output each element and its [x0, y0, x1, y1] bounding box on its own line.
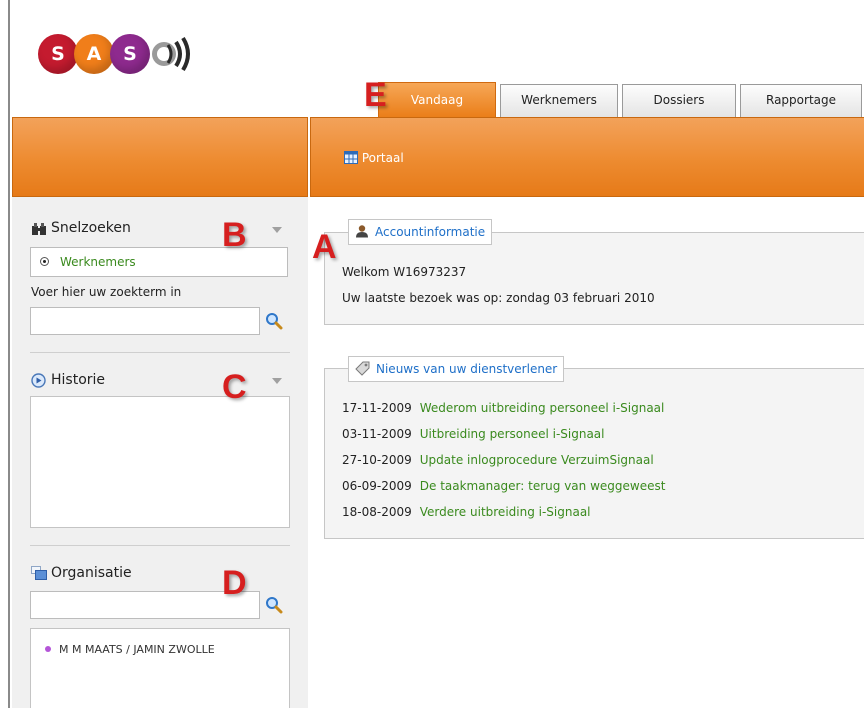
snelzoeken-collapse-arrow[interactable] [272, 227, 282, 233]
logo-letter-s2: S [110, 34, 150, 74]
organisatie-tree: M M MAATS / JAMIN ZWOLLE [30, 628, 290, 708]
organisatie-search-icon[interactable] [265, 596, 283, 614]
portaal-button[interactable]: Portaal [344, 151, 404, 167]
logo-letter-s1: S [38, 34, 78, 74]
grid-icon [344, 151, 358, 164]
news-link[interactable]: De taakmanager: terug van weggeweest [420, 479, 666, 493]
tab-vandaag-label: Vandaag [410, 93, 464, 107]
annotation-d: D [222, 564, 247, 602]
organisatie-tree-item[interactable]: M M MAATS / JAMIN ZWOLLE [45, 643, 215, 656]
organisatie-item-label: M M MAATS / JAMIN ZWOLLE [59, 643, 215, 656]
news-item: 17-11-2009 Wederom uitbreiding personeel … [342, 401, 664, 415]
sidebar-divider [30, 352, 290, 353]
user-icon [356, 225, 368, 238]
tab-rapportage[interactable]: Rapportage [740, 84, 862, 117]
tag-icon [355, 361, 370, 376]
news-date: 06-09-2009 [342, 479, 412, 493]
sidebar-divider [30, 545, 290, 546]
news-link[interactable]: Verdere uitbreiding i-Signaal [420, 505, 591, 519]
logo-signal-icon [152, 36, 190, 72]
news-date: 27-10-2009 [342, 453, 412, 467]
tree-bullet-icon [45, 646, 51, 652]
tab-dossiers-label: Dossiers [653, 93, 705, 107]
news-link[interactable]: Uitbreiding personeel i-Signaal [420, 427, 605, 441]
historie-collapse-arrow[interactable] [272, 378, 282, 384]
tab-werknemers[interactable]: Werknemers [500, 84, 618, 117]
tab-dossiers[interactable]: Dossiers [622, 84, 736, 117]
news-date: 17-11-2009 [342, 401, 412, 415]
search-icon[interactable] [265, 312, 283, 330]
news-panel-title: Nieuws van uw dienstverlener [376, 362, 558, 376]
account-panel-title: Accountinformatie [375, 225, 486, 239]
news-item: 03-11-2009 Uitbreiding personeel i-Signaa… [342, 427, 605, 441]
news-item: 18-08-2009 Verdere uitbreiding i-Signaal [342, 505, 591, 519]
tab-rapportage-label: Rapportage [766, 93, 836, 107]
radio-werknemers-label: Werknemers [60, 255, 136, 269]
annotation-c: C [222, 368, 247, 406]
account-panel-legend: Accountinformatie [348, 219, 493, 245]
history-clock-icon [31, 373, 46, 388]
news-item: 06-09-2009 De taakmanager: terug van wegg… [342, 479, 665, 493]
zoek-type-selector[interactable]: Werknemers [30, 247, 288, 277]
sidebar-header-bar [12, 117, 308, 197]
radio-werknemers[interactable] [40, 257, 49, 266]
organisation-icon [31, 566, 47, 580]
organisatie-title: Organisatie [51, 565, 132, 581]
snelzoeken-input[interactable] [30, 307, 260, 335]
news-link[interactable]: Wederom uitbreiding personeel i-Signaal [420, 401, 665, 415]
welcome-text: Welkom W16973237 [342, 265, 467, 279]
window-border [0, 0, 10, 708]
last-visit-text: Uw laatste bezoek was op: zondag 03 febr… [342, 291, 655, 305]
tab-vandaag[interactable]: Vandaag [378, 82, 496, 118]
news-date: 18-08-2009 [342, 505, 412, 519]
historie-title: Historie [51, 372, 106, 388]
news-link[interactable]: Update inlogprocedure VerzuimSignaal [420, 453, 654, 467]
news-date: 03-11-2009 [342, 427, 412, 441]
annotation-b: B [222, 216, 247, 254]
annotation-a: A [312, 228, 337, 266]
tab-werknemers-label: Werknemers [521, 93, 597, 107]
news-panel-legend: Nieuws van uw dienstverlener [348, 356, 565, 382]
annotation-e: E [364, 76, 387, 114]
logo-letter-a: A [74, 34, 114, 74]
historie-list [30, 396, 290, 528]
search-term-label: Voer hier uw zoekterm in [31, 285, 182, 299]
sas-logo: S A S [38, 0, 278, 80]
binoculars-icon [32, 223, 46, 235]
news-item: 27-10-2009 Update inlogprocedure VerzuimS… [342, 453, 654, 467]
portaal-label: Portaal [361, 151, 404, 165]
snelzoeken-title: Snelzoeken [51, 220, 131, 236]
